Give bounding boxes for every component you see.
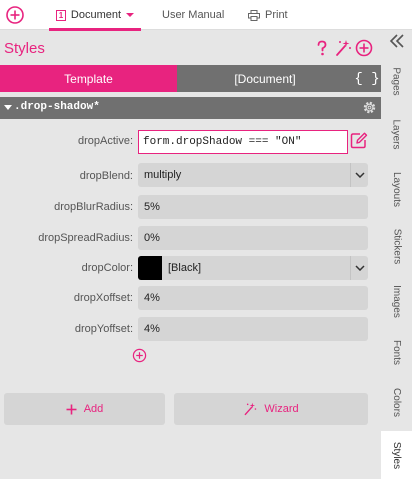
drop-blend-label: dropBlend: [79, 170, 133, 182]
wizard-button[interactable]: Wizard [174, 393, 368, 425]
sidebar-tab-layers[interactable]: Layers [381, 111, 412, 157]
drop-spread-radius-label: dropSpreadRadius: [38, 232, 133, 244]
drop-y-offset-input[interactable]: 4% [138, 317, 368, 341]
drop-color-value: [Black] [168, 262, 202, 274]
chevron-down-icon[interactable] [350, 163, 368, 187]
styles-panel: Styles Template [Document] { } .drop-sha… [0, 31, 381, 479]
wizard-button-label: Wizard [264, 403, 299, 415]
circle-plus-icon[interactable] [5, 5, 25, 25]
sidebar-tab-label: Layers [390, 118, 402, 150]
mode-tabs: Template [Document] { } [0, 65, 381, 92]
style-rule-header[interactable]: .drop-shadow* [0, 97, 381, 119]
sidebar-tab-label: Colors [391, 387, 402, 417]
printer-icon [248, 9, 260, 21]
right-sidebar: Pages Layers Layouts Stickers Images Fon… [381, 31, 412, 479]
panel-title: Styles [4, 40, 45, 57]
add-button-label: Add [83, 403, 104, 415]
sidebar-tab-label: Fonts [390, 339, 402, 365]
add-button[interactable]: Add [4, 393, 165, 425]
drop-spread-radius-input[interactable]: 0% [138, 226, 368, 250]
sidebar-tab-label: Images [391, 284, 403, 318]
sidebar-tab-label: Stickers [391, 228, 402, 264]
add-property-icon[interactable] [132, 348, 147, 363]
chevron-down-icon[interactable] [350, 256, 368, 280]
circle-plus-icon[interactable] [355, 39, 373, 57]
sidebar-tab-stickers[interactable]: Stickers [381, 219, 412, 273]
sidebar-tab-fonts[interactable]: Fonts [381, 332, 412, 372]
drop-active-input[interactable]: form.dropShadow === "ON" [138, 130, 348, 154]
sidebar-tab-layouts[interactable]: Layouts [381, 164, 412, 214]
wand-icon[interactable] [334, 39, 352, 57]
sidebar-tab-styles[interactable]: Styles [381, 431, 412, 479]
tab-print-label: Print [265, 9, 288, 21]
color-swatch[interactable] [138, 256, 162, 280]
sidebar-tab-label: Layouts [391, 171, 402, 207]
drop-blur-radius-label: dropBlurRadius: [54, 201, 133, 213]
help-icon[interactable] [313, 39, 331, 57]
plus-icon [66, 404, 77, 414]
style-rule-name: .drop-shadow* [14, 101, 100, 113]
tab-user-manual[interactable]: User Manual [162, 0, 224, 30]
collapse-triangle-icon[interactable] [4, 105, 12, 110]
gear-icon[interactable] [362, 100, 377, 115]
sidebar-tab-colors[interactable]: Colors [381, 380, 412, 424]
chevron-down-icon [126, 13, 135, 17]
document-icon: 1 [55, 9, 66, 21]
wand-icon [245, 402, 257, 416]
edit-icon[interactable] [350, 131, 368, 149]
drop-blend-select[interactable]: multiply [138, 163, 368, 187]
tab-user-manual-label: User Manual [162, 9, 225, 21]
sidebar-tab-label: Styles [390, 441, 402, 469]
drop-blend-value: multiply [144, 169, 182, 181]
double-chevron-left-icon[interactable] [389, 34, 405, 48]
code-view-button[interactable]: { } [353, 65, 381, 92]
sidebar-tab-label: Pages [390, 66, 402, 96]
sidebar-tab-pages[interactable]: Pages [381, 60, 412, 102]
drop-x-offset-input[interactable]: 4% [138, 286, 368, 310]
tab-print[interactable]: Print [248, 0, 288, 30]
drop-x-offset-label: dropXoffset: [73, 292, 133, 304]
panel-header: Styles [0, 31, 381, 65]
tab-document-styles[interactable]: [Document] [177, 65, 353, 92]
drop-active-label: dropActive: [77, 135, 133, 147]
drop-y-offset-label: dropYoffset: [74, 323, 133, 335]
drop-blur-radius-input[interactable]: 5% [138, 195, 368, 219]
tab-document[interactable]: 1 Document [49, 0, 141, 31]
top-toolbar: 1 Document User Manual Print [0, 0, 412, 31]
drop-color-select[interactable]: [Black] [138, 256, 368, 280]
drop-color-label: dropColor: [81, 262, 133, 274]
tab-template[interactable]: Template [0, 65, 177, 92]
sidebar-tab-images[interactable]: Images [381, 278, 412, 324]
tab-document-label: Document [70, 9, 122, 21]
